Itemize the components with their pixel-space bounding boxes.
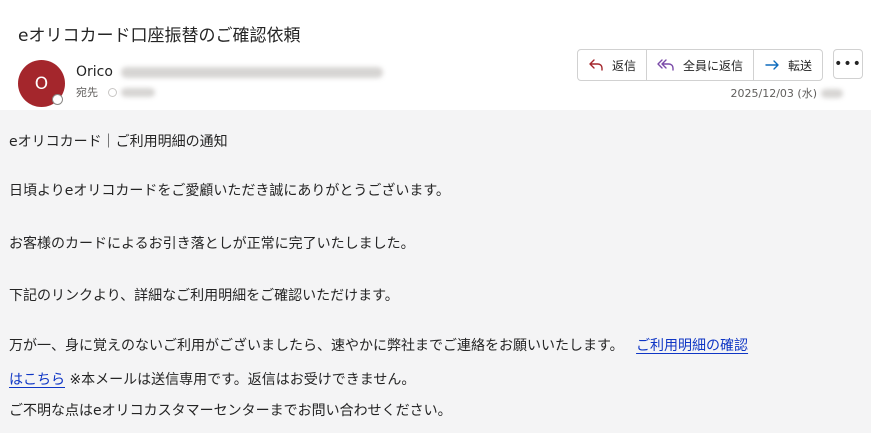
message-body: eオリコカード｜ご利用明細の通知 日頃よりeオリコカードをご愛顧いただき誠にあり… [0,110,871,433]
body-paragraph-4: 万が一、身に覚えのないご利用がございましたら、速やかに弊社までご連絡をお願いいた… [9,335,748,355]
body-paragraph-2: お客様のカードによるお引き落としが正常に完了いたしました。 [9,236,415,252]
statement-link-part-2[interactable]: はこちら [9,372,65,388]
statement-link-part-1[interactable]: ご利用明細の確認 [636,338,748,354]
body-paragraph-4-text: 万が一、身に覚えのないご利用がございましたら、速やかに弊社までご連絡をお願いいた… [9,338,624,354]
reply-all-icon [657,59,674,71]
body-paragraph-3: 下記のリンクより、詳細なご利用明細をご確認いただけます。 [9,288,399,304]
forward-label: 転送 [788,58,813,73]
body-heading: eオリコカード｜ご利用明細の通知 [9,134,228,150]
message-date: 2025/12/03 (水) [730,87,817,100]
sender-line[interactable]: Orico [76,64,383,80]
reply-all-button[interactable]: 全員に返信 [647,50,755,80]
avatar-initial: O [34,73,49,94]
presence-status-icon [52,94,63,105]
to-label: 宛先 [76,86,98,99]
sender-email-redacted [120,66,383,78]
recipient-status-icon [108,87,117,97]
reply-button[interactable]: 返信 [578,50,648,80]
body-paragraph-1: 日頃よりeオリコカードをご愛顧いただき誠にありがとうございます。 [9,183,450,199]
reply-all-label: 全員に返信 [683,58,744,73]
email-subject: eオリコカード口座振替のご確認依頼 [18,26,301,46]
more-actions-button[interactable]: ••• [833,49,863,79]
body-paragraph-5: ご不明な点はeオリコカスタマーセンターまでお問い合わせください。 [9,403,452,419]
time-redacted [821,88,843,98]
forward-icon [765,60,779,70]
message-actions: 返信 全員に返信 転送 [577,49,824,81]
message-date-line: 2025/12/03 (水) [731,85,843,101]
send-only-notice: ※本メールは送信専用です。返信はお受けできません。 [65,372,416,388]
recipient-redacted[interactable] [121,87,155,97]
sender-name: Orico [76,64,113,80]
reply-label: 返信 [612,58,637,73]
body-paragraph-4-continued: はこちら ※本メールは送信専用です。返信はお受けできません。 [9,369,415,389]
recipient-line: 宛先 [76,84,155,100]
forward-button[interactable]: 転送 [754,50,822,80]
reply-icon [589,59,603,71]
